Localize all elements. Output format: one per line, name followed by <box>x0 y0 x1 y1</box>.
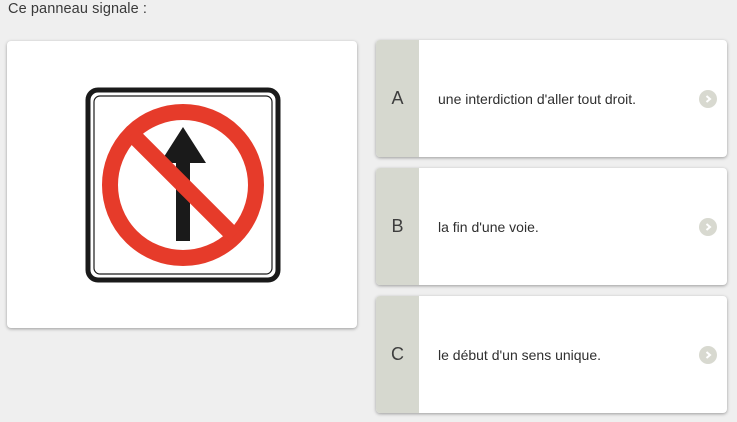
option-letter: A <box>391 88 404 108</box>
option-letter: B <box>391 216 404 236</box>
option-letter-box: A <box>376 40 419 157</box>
option-text: une interdiction d'aller tout droit. <box>438 90 637 107</box>
no-straight-ahead-sign-icon <box>85 87 281 283</box>
option-letter-box: C <box>376 296 419 413</box>
sign-image-card <box>7 41 357 328</box>
quiz-page: Ce panneau signale : A une interdiction … <box>0 0 737 422</box>
option-text: le début d'un sens unique. <box>438 346 602 363</box>
chevron-right-icon <box>699 89 717 108</box>
chevron-right-icon <box>699 345 717 364</box>
answer-option-b[interactable]: B la fin d'une voie. <box>376 168 727 285</box>
answer-option-c[interactable]: C le début d'un sens unique. <box>376 296 727 413</box>
chevron-right-icon <box>699 217 717 236</box>
option-text: la fin d'une voie. <box>438 218 539 235</box>
option-letter: C <box>391 344 404 364</box>
option-letter-box: B <box>376 168 419 285</box>
answer-option-a[interactable]: A une interdiction d'aller tout droit. <box>376 40 727 157</box>
question-text: Ce panneau signale : <box>8 1 148 17</box>
